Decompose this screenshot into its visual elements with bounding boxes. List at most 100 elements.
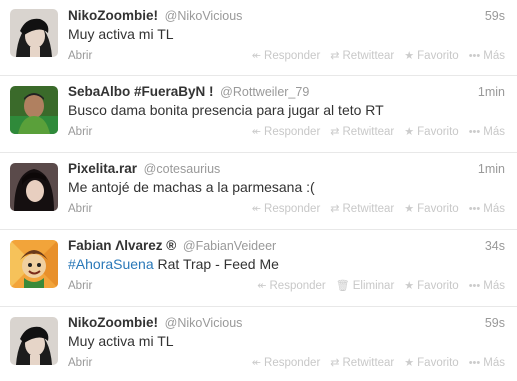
tweet-item[interactable]: SebaAlbo #FueraByN ! @Rottweiler_79 1min… (0, 76, 517, 153)
tweet-username[interactable]: @FabianVeideer (183, 239, 276, 253)
tweet-username[interactable]: @Rottweiler_79 (220, 85, 309, 99)
reply-button[interactable]: ↞ Responder (257, 278, 325, 294)
retweet-button[interactable]: ⇄ Retwittear (330, 201, 394, 217)
favorite-button[interactable]: ★ Favorito (404, 355, 458, 371)
favorite-button[interactable]: ★ Favorito (404, 201, 458, 217)
tweet-text: Me antojé de machas a la parmesana :( (68, 179, 315, 195)
tweet-text: #AhoraSuena Rat Trap - Feed Me (68, 255, 279, 273)
retweet-label: Retwittear (342, 50, 395, 62)
tweet-actions: ↞ Responder ⇄ Retwittear ★ Favorito ••• Más (242, 355, 505, 371)
reply-icon: ↞ (251, 357, 262, 369)
reply-icon: ↞ (251, 50, 262, 62)
more-label: Más (483, 357, 505, 369)
star-icon: ★ (404, 357, 415, 369)
retweet-label: Retwittear (342, 126, 395, 138)
favorite-button[interactable]: ★ Favorito (404, 278, 458, 294)
star-icon: ★ (404, 203, 415, 215)
retweet-label: Retwittear (342, 357, 395, 369)
retweet-icon: ⇄ (330, 126, 340, 138)
expand-link[interactable]: Abrir (68, 355, 92, 371)
expand-link[interactable]: Abrir (68, 48, 92, 64)
more-button[interactable]: ••• Más (469, 124, 505, 140)
reply-icon: ↞ (251, 126, 262, 138)
reply-button[interactable]: ↞ Responder (252, 48, 320, 64)
reply-icon: ↞ (257, 280, 267, 292)
tweet-timestamp[interactable]: 59s (485, 314, 505, 332)
expand-link[interactable]: Abrir (68, 278, 92, 294)
tweet-fullname[interactable]: NikoZoombie! (68, 315, 158, 330)
tweet-header: Pixelita.rar @cotesaurius (68, 160, 220, 178)
reply-button[interactable]: ↞ Responder (252, 355, 320, 371)
more-label: Más (483, 126, 505, 138)
tweet-username[interactable]: @NikoVicious (165, 9, 243, 23)
tweet-actions: ↞ Responder ⇄ Retwittear ★ Favorito ••• Más (242, 124, 505, 140)
retweet-icon: ⇄ (330, 203, 340, 215)
tweet-text: Busco dama bonita presencia para jugar a… (68, 102, 384, 118)
favorite-label: Favorito (417, 126, 459, 138)
hashtag-link[interactable]: #AhoraSuena (68, 256, 154, 272)
tweet-text: Muy activa mi TL (68, 333, 174, 349)
star-icon: ★ (404, 126, 415, 138)
tweet-item[interactable]: NikoZoombie! @NikoVicious 59s Muy activa… (0, 307, 517, 381)
tweet-timestamp[interactable]: 1min (478, 160, 505, 178)
tweet-item[interactable]: NikoZoombie! @NikoVicious 59s Muy activa… (0, 0, 517, 76)
retweet-button[interactable]: ⇄ Retwittear (330, 355, 394, 371)
more-icon: ••• (468, 203, 481, 215)
tweet-item[interactable]: Fabian Λlvarez ® @FabianVeideer 34s #Aho… (0, 230, 517, 307)
more-button[interactable]: ••• Más (469, 278, 505, 294)
tweet-timestamp[interactable]: 59s (485, 7, 505, 25)
tweet-fullname[interactable]: Fabian Λlvarez ® (68, 238, 176, 253)
delete-button[interactable]: 🗑 Eliminar (336, 278, 395, 294)
tweet-item[interactable]: Pixelita.rar @cotesaurius 1min Me antojé… (0, 153, 517, 230)
retweet-icon: ⇄ (330, 50, 340, 62)
reply-icon: ↞ (251, 203, 262, 215)
tweet-actions: ↞ Responder ⇄ Retwittear ★ Favorito ••• Más (242, 201, 505, 217)
favorite-button[interactable]: ★ Favorito (404, 48, 458, 64)
expand-link[interactable]: Abrir (68, 124, 92, 140)
tweet-fullname[interactable]: Pixelita.rar (68, 161, 137, 176)
avatar-image (10, 240, 58, 288)
retweet-label: Retwittear (342, 203, 395, 215)
tweet-text-body: Rat Trap - Feed Me (153, 256, 279, 272)
retweet-button[interactable]: ⇄ Retwittear (330, 48, 394, 64)
more-button[interactable]: ••• Más (469, 355, 505, 371)
tweet-username[interactable]: @cotesaurius (144, 162, 221, 176)
tweet-actions: ↞ Responder ⇄ Retwittear ★ Favorito ••• Más (242, 48, 505, 64)
more-button[interactable]: ••• Más (469, 201, 505, 217)
tweet-timestamp[interactable]: 1min (478, 83, 505, 101)
favorite-label: Favorito (417, 50, 459, 62)
favorite-button[interactable]: ★ Favorito (404, 124, 458, 140)
tweet-header: NikoZoombie! @NikoVicious (68, 314, 242, 332)
reply-label: Responder (264, 126, 321, 138)
retweet-icon: ⇄ (330, 357, 340, 369)
avatar-image (10, 9, 58, 57)
avatar[interactable] (10, 86, 58, 134)
more-label: Más (483, 280, 505, 292)
tweet-username[interactable]: @NikoVicious (165, 316, 243, 330)
tweet-header: NikoZoombie! @NikoVicious (68, 7, 242, 25)
tweet-header: SebaAlbo #FueraByN ! @Rottweiler_79 (68, 83, 309, 101)
more-icon: ••• (468, 126, 481, 138)
retweet-button[interactable]: ⇄ Retwittear (330, 124, 394, 140)
tweet-fullname[interactable]: NikoZoombie! (68, 8, 158, 23)
tweet-fullname[interactable]: SebaAlbo #FueraByN ! (68, 84, 214, 99)
more-button[interactable]: ••• Más (469, 48, 505, 64)
tweet-actions: ↞ Responder 🗑 Eliminar ★ Favorito ••• Más (247, 278, 505, 294)
reply-button[interactable]: ↞ Responder (252, 201, 320, 217)
tweet-stream: NikoZoombie! @NikoVicious 59s Muy activa… (0, 0, 517, 381)
avatar-image (10, 86, 58, 134)
more-label: Más (483, 50, 505, 62)
avatar[interactable] (10, 240, 58, 288)
more-icon: ••• (468, 50, 481, 62)
trash-icon: 🗑 (335, 280, 350, 292)
tweet-timestamp[interactable]: 34s (485, 237, 505, 255)
star-icon: ★ (404, 280, 415, 292)
reply-label: Responder (264, 203, 321, 215)
avatar[interactable] (10, 163, 58, 211)
reply-button[interactable]: ↞ Responder (252, 124, 320, 140)
favorite-label: Favorito (417, 357, 459, 369)
avatar[interactable] (10, 317, 58, 365)
delete-label: Eliminar (352, 280, 395, 292)
expand-link[interactable]: Abrir (68, 201, 92, 217)
avatar[interactable] (10, 9, 58, 57)
